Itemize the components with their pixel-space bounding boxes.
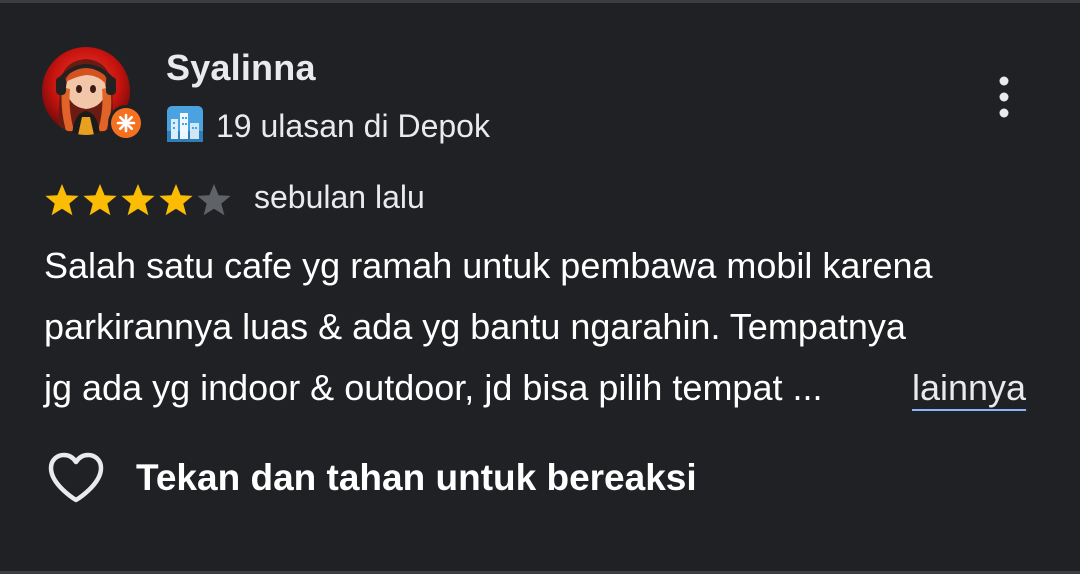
more-vertical-icon bbox=[999, 76, 1009, 118]
react-label: Tekan dan tahan untuk bereaksi bbox=[136, 457, 697, 498]
reviewer-meta: 19 ulasan di Depok bbox=[166, 105, 490, 148]
star-rating bbox=[44, 182, 232, 218]
review-text-line: jg ada yg indoor & outdoor, jd bisa pili… bbox=[44, 367, 823, 408]
review-text: Salah satu cafe yg ramah untuk pembawa m… bbox=[44, 235, 1044, 418]
review-text-line: parkirannya luas & ada yg bantu ngarahin… bbox=[44, 306, 906, 347]
star-empty-icon bbox=[197, 184, 231, 216]
read-more-link[interactable]: lainnya bbox=[912, 357, 1026, 418]
reviewer-name[interactable]: Syalinna bbox=[166, 47, 316, 89]
heart-outline-icon bbox=[48, 452, 104, 503]
review-time: sebulan lalu bbox=[254, 179, 425, 215]
more-options-button[interactable] bbox=[982, 67, 1026, 127]
star-filled-icon bbox=[45, 184, 79, 216]
react-button[interactable]: Tekan dan tahan untuk bereaksi bbox=[46, 451, 697, 505]
reviewer-avatar-container[interactable] bbox=[42, 47, 144, 141]
star-filled-icon bbox=[121, 184, 155, 216]
local-guide-badge-icon bbox=[108, 105, 144, 141]
review-text-line: Salah satu cafe yg ramah untuk pembawa m… bbox=[44, 245, 933, 286]
reviewer-stats: 19 ulasan di Depok bbox=[216, 108, 490, 144]
review-card: Syalinna 19 ulasan di Depok sebulan lalu… bbox=[0, 0, 1080, 574]
star-filled-icon bbox=[159, 184, 193, 216]
cityscape-icon bbox=[166, 105, 204, 148]
star-filled-icon bbox=[83, 184, 117, 216]
